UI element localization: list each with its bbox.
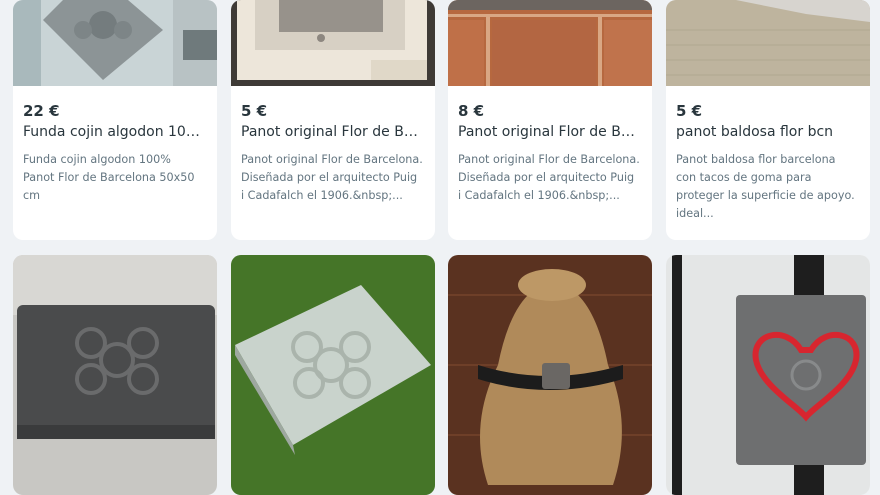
product-image[interactable] bbox=[231, 255, 435, 495]
listing-price: 5 € bbox=[241, 102, 268, 120]
listing-card-6[interactable] bbox=[231, 255, 435, 495]
listing-card-5[interactable] bbox=[13, 255, 217, 495]
listing-title[interactable]: Funda cojin algodon 100% Panot Flor de B… bbox=[23, 124, 205, 140]
listing-description: Panot original Flor de Barcelona. Diseña… bbox=[241, 153, 423, 202]
listing-card-8[interactable] bbox=[666, 255, 870, 495]
listing-price: 5 € bbox=[676, 102, 703, 120]
listing-card-4[interactable]: 5 € panot baldosa flor bcn Panot baldosa… bbox=[666, 0, 870, 240]
product-image[interactable] bbox=[13, 0, 217, 86]
product-image[interactable] bbox=[448, 255, 652, 495]
listing-description: Panot original Flor de Barcelona. Diseña… bbox=[458, 153, 640, 202]
listing-price: 22 € bbox=[23, 102, 60, 120]
product-image[interactable] bbox=[13, 255, 217, 495]
listing-card-1[interactable]: 22 € Funda cojin algodon 100% Panot Flor… bbox=[13, 0, 217, 240]
product-image[interactable] bbox=[231, 0, 435, 86]
listing-price: 8 € bbox=[458, 102, 485, 120]
listing-card-7[interactable] bbox=[448, 255, 652, 495]
listing-description: Funda cojin algodon 100% Panot Flor de B… bbox=[23, 153, 195, 202]
listing-card-2[interactable]: 5 € Panot original Flor de Barcelona Pan… bbox=[231, 0, 435, 240]
product-image[interactable] bbox=[448, 0, 652, 86]
product-image[interactable] bbox=[666, 255, 870, 495]
listing-title[interactable]: Panot original Flor de Barcelona bbox=[458, 124, 640, 140]
listing-description: Panot baldosa flor barcelona con tacos d… bbox=[676, 153, 855, 220]
listing-title[interactable]: panot baldosa flor bcn bbox=[676, 124, 858, 140]
listing-card-3[interactable]: 8 € Panot original Flor de Barcelona Pan… bbox=[448, 0, 652, 240]
listing-title[interactable]: Panot original Flor de Barcelona bbox=[241, 124, 423, 140]
product-image[interactable] bbox=[666, 0, 870, 86]
